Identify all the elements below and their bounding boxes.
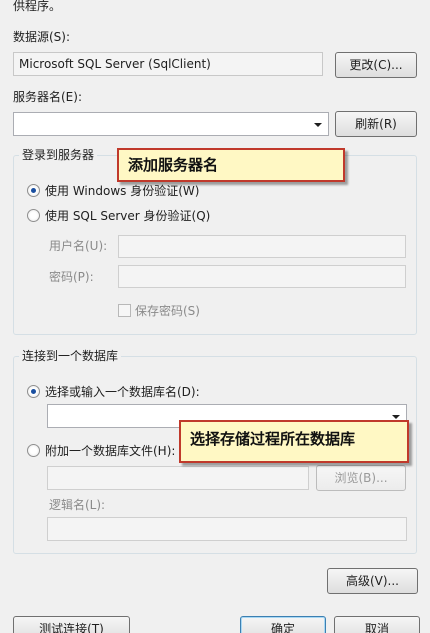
sql-auth-radio[interactable] [27,209,40,222]
datasource-field: Microsoft SQL Server (SqlClient) [13,52,323,76]
advanced-button-label: 高级(V)... [345,574,400,588]
windows-auth-label[interactable]: 使用 Windows 身份验证(W) [45,183,199,199]
change-button-label: 更改(C)... [349,58,403,72]
redacted-server-name [14,113,116,135]
login-group-title: 登录到服务器 [19,148,98,162]
select-database-radio[interactable] [27,385,40,398]
add-server-annotation: 添加服务器名 [117,148,345,182]
username-label: 用户名(U): [49,239,108,253]
ok-button-label: 确定 [270,622,295,633]
refresh-button[interactable]: 刷新(R) [335,111,417,137]
logical-name-label: 逻辑名(L): [49,498,106,512]
username-field [118,235,406,258]
intro-text: 供程序。 [13,0,62,13]
chevron-down-icon[interactable] [314,123,322,127]
attach-file-field [47,466,309,490]
password-label: 密码(P): [49,270,94,284]
save-password-label: 保存密码(S) [135,304,200,318]
logical-name-field [47,517,407,541]
select-database-annotation: 选择存储过程所在数据库 [179,420,409,463]
save-password-checkbox [118,304,131,317]
test-connection-button[interactable]: 测试连接(T) [13,616,130,633]
attach-file-radio[interactable] [27,444,40,457]
cancel-button[interactable]: 取消 [334,616,420,633]
windows-auth-radio[interactable] [27,184,40,197]
browse-button-label: 浏览(B)... [334,471,388,485]
select-database-label[interactable]: 选择或输入一个数据库名(D): [45,384,200,400]
password-field [118,265,406,288]
test-connection-label: 测试连接(T) [39,622,104,633]
chevron-down-icon[interactable] [392,415,400,419]
database-group-title: 连接到一个数据库 [19,349,122,363]
refresh-button-label: 刷新(R) [355,117,397,131]
server-name-label: 服务器名(E): [13,90,82,104]
attach-file-label[interactable]: 附加一个数据库文件(H): [45,443,175,459]
redacted-database-name [48,405,174,427]
advanced-button[interactable]: 高级(V)... [327,568,418,594]
ok-button[interactable]: 确定 [240,616,326,633]
datasource-label: 数据源(S): [13,30,71,44]
cancel-button-label: 取消 [364,622,389,633]
change-datasource-button[interactable]: 更改(C)... [335,52,417,78]
sql-auth-label[interactable]: 使用 SQL Server 身份验证(Q) [45,208,210,224]
browse-button: 浏览(B)... [316,465,406,491]
